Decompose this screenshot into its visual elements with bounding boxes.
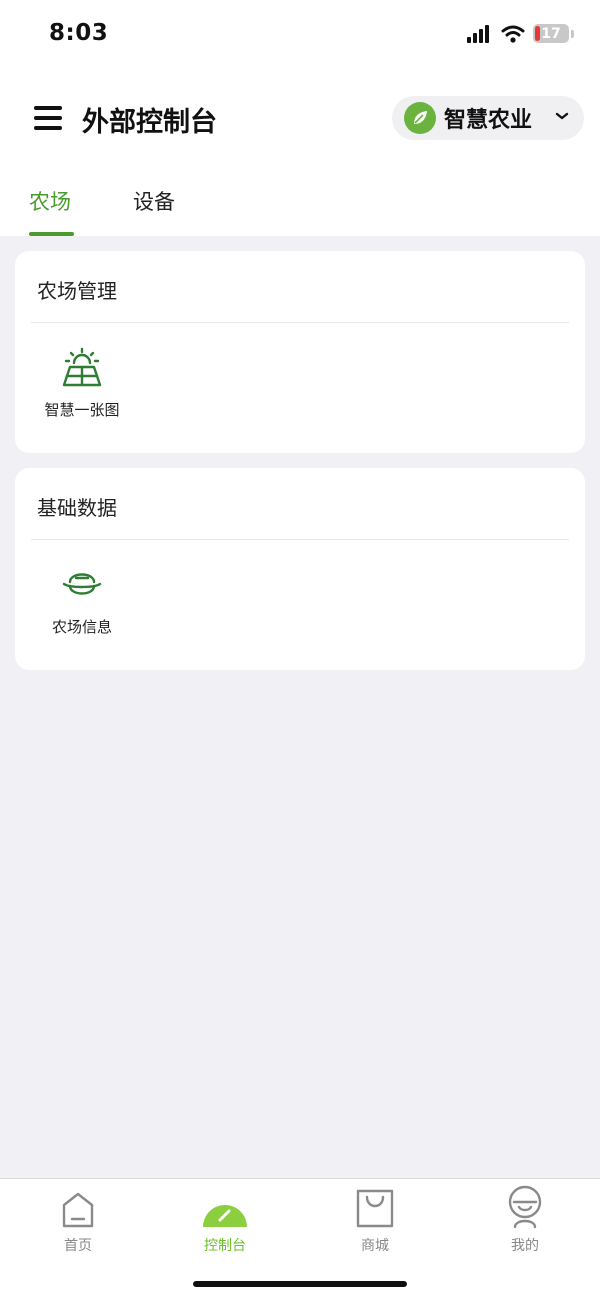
- home-indicator: [193, 1281, 407, 1287]
- nav-profile[interactable]: 我的: [475, 1185, 575, 1255]
- solar-panel-icon: [62, 347, 102, 387]
- wifi-icon: [501, 25, 525, 43]
- nav-console[interactable]: 控制台: [175, 1185, 275, 1255]
- nav-label: 首页: [64, 1238, 92, 1254]
- nav-label: 我的: [511, 1238, 539, 1254]
- user-icon: [508, 1185, 542, 1229]
- tab-devices[interactable]: 设备: [133, 186, 175, 216]
- tab-bar: 农场 设备: [0, 164, 600, 236]
- dashboard-gauge-icon: [203, 1205, 247, 1227]
- nav-label: 控制台: [204, 1238, 246, 1254]
- battery-icon: 17: [533, 24, 569, 43]
- section-title: 农场管理: [37, 279, 117, 303]
- basic-data-card: 基础数据 农场信息: [15, 468, 585, 670]
- status-bar: 8:03 17: [0, 0, 600, 72]
- chevron-down-icon: [555, 112, 569, 120]
- shopping-bag-icon: [356, 1189, 394, 1228]
- nav-label: 商城: [361, 1238, 389, 1254]
- item-label: 农场信息: [51, 618, 112, 636]
- org-name: 智慧农业: [444, 108, 533, 133]
- tab-active-indicator: [29, 232, 74, 236]
- status-time: 8:03: [49, 20, 109, 46]
- page-title: 外部控制台: [82, 107, 217, 138]
- section-title: 基础数据: [37, 496, 117, 520]
- header: 外部控制台 智慧农业: [0, 72, 600, 164]
- battery-level: 17: [541, 25, 561, 42]
- divider: [31, 322, 569, 323]
- battery-tip: [571, 29, 574, 38]
- org-switcher[interactable]: 智慧农业: [392, 96, 584, 140]
- nav-home[interactable]: 首页: [28, 1185, 128, 1255]
- tab-farm[interactable]: 农场: [29, 186, 71, 216]
- smart-map-item[interactable]: 智慧一张图: [27, 347, 137, 420]
- farm-management-card: 农场管理 智慧一张图: [15, 251, 585, 453]
- item-label: 智慧一张图: [44, 401, 120, 419]
- farm-info-item[interactable]: 农场信息: [27, 564, 137, 637]
- divider: [31, 539, 569, 540]
- farmer-hat-icon: [62, 573, 102, 595]
- home-icon: [62, 1192, 94, 1228]
- cellular-signal-icon: [467, 24, 489, 43]
- leaf-logo-icon: [404, 102, 436, 134]
- nav-mall[interactable]: 商城: [325, 1185, 425, 1255]
- status-icons: 17: [467, 24, 574, 43]
- hamburger-menu-icon[interactable]: [34, 106, 62, 130]
